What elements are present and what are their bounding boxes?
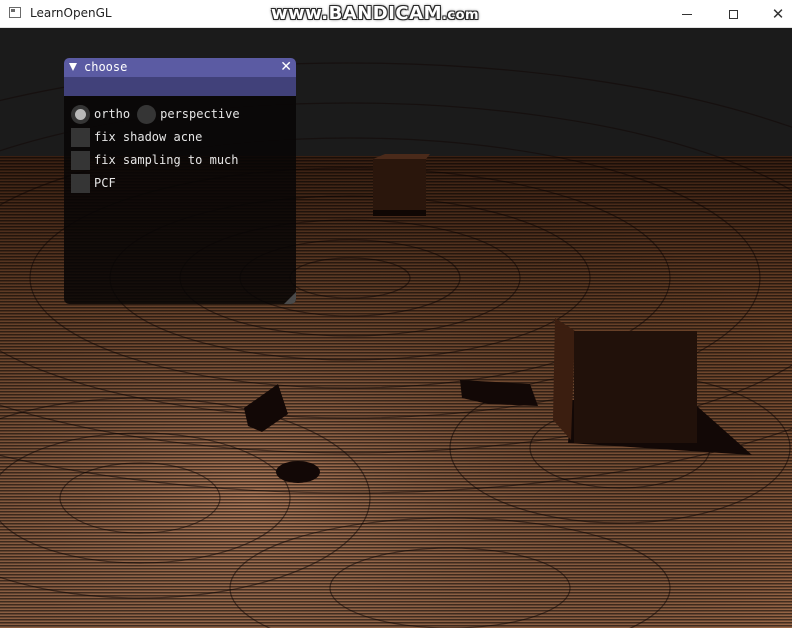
triangle-down-icon[interactable]: [69, 63, 77, 71]
resize-grip-icon[interactable]: [284, 292, 296, 304]
close-button[interactable]: ✕: [755, 0, 792, 28]
fix-shadow-acne-checkbox[interactable]: [71, 127, 90, 147]
checkbox-row-shadow-acne: fix shadow acne: [71, 127, 202, 147]
checkbox-row-pcf: PCF: [71, 173, 116, 193]
title-bar[interactable]: LearnOpenGL www.BANDICAM.com ✕: [0, 0, 792, 28]
checkbox-row-sampling: fix sampling to much: [71, 150, 239, 170]
bandicam-watermark: www.BANDICAM.com: [271, 3, 479, 24]
perspective-label: perspective: [160, 107, 240, 121]
fix-sampling-label: fix sampling to much: [94, 153, 239, 167]
fix-shadow-acne-label: fix shadow acne: [94, 130, 203, 144]
projection-radio-row: ortho perspective: [71, 104, 240, 124]
pcf-checkbox[interactable]: [71, 173, 90, 193]
far-cube: [373, 154, 430, 216]
pcf-label: PCF: [94, 176, 116, 190]
fix-sampling-checkbox[interactable]: [71, 150, 90, 170]
radio-selected-dot: [75, 108, 86, 120]
close-icon: ✕: [771, 4, 785, 23]
maximize-button[interactable]: [710, 0, 756, 28]
shadow-blob-3: [276, 461, 320, 483]
perspective-radio[interactable]: [137, 104, 157, 124]
minimize-icon: [682, 13, 692, 15]
minimize-button[interactable]: [664, 0, 710, 28]
window-title: LearnOpenGL: [30, 6, 112, 20]
panel-title-bar[interactable]: choose ✕: [64, 58, 296, 77]
maximize-icon: [728, 9, 738, 19]
window-icon: [9, 7, 21, 18]
choose-panel[interactable]: choose ✕ ortho perspective fix shadow ac…: [64, 58, 296, 304]
ortho-label: ortho: [94, 107, 131, 121]
watermark-suffix: .com: [441, 8, 480, 23]
close-icon[interactable]: ✕: [280, 59, 292, 75]
panel-menu-bar: [64, 77, 296, 96]
panel-title: choose: [84, 60, 128, 74]
watermark-main: www.BANDICAM: [271, 3, 442, 24]
app-window: LearnOpenGL www.BANDICAM.com ✕ choose ✕ …: [0, 0, 792, 628]
ortho-radio[interactable]: [71, 104, 90, 124]
